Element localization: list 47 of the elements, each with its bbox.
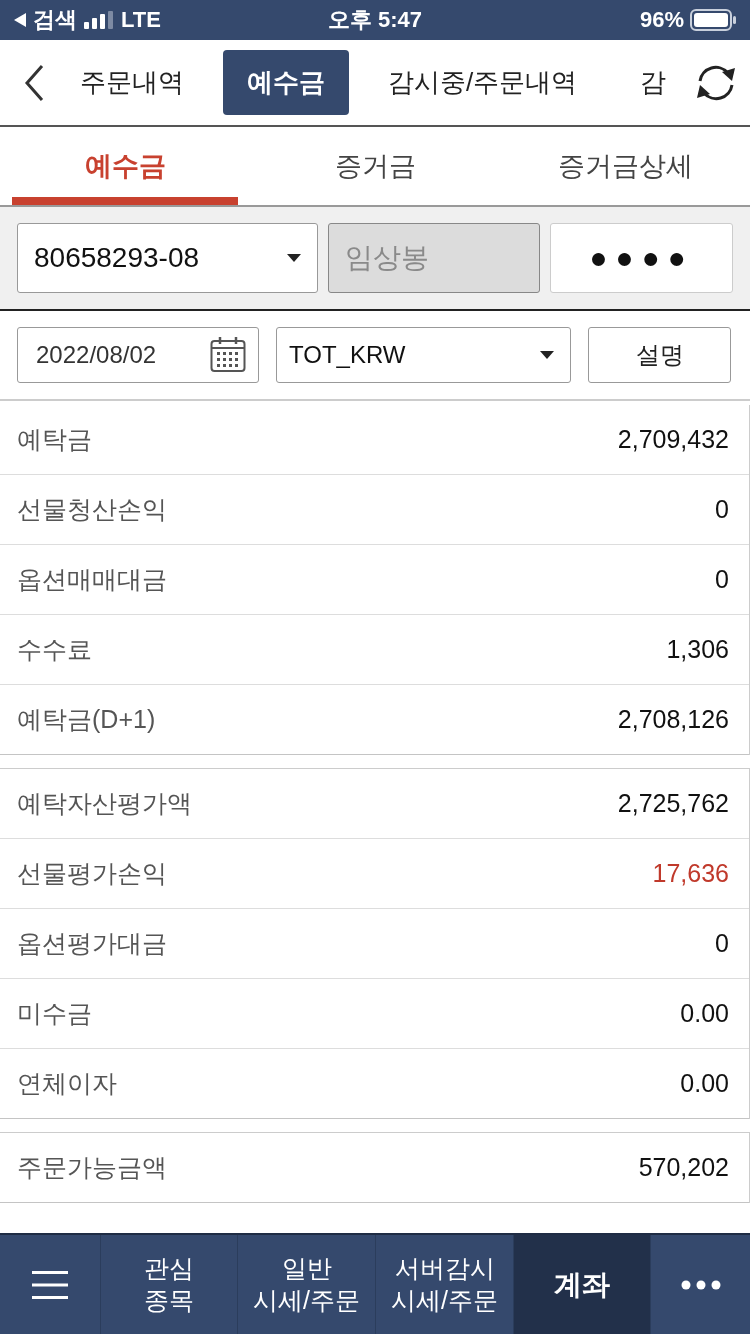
back-triangle-icon bbox=[14, 13, 26, 27]
menu-icon bbox=[32, 1270, 68, 1299]
date-field[interactable]: 2022/08/02 bbox=[17, 327, 259, 383]
row-value: 570,202 bbox=[638, 1153, 729, 1182]
nav-tab[interactable]: 주문내역 bbox=[56, 50, 208, 115]
sub-tab[interactable]: 증거금 bbox=[262, 127, 488, 205]
explain-button[interactable]: 설명 bbox=[588, 327, 731, 383]
row-value: 0.00 bbox=[680, 1069, 729, 1098]
row-value: 0 bbox=[715, 565, 729, 594]
caret-down-icon bbox=[287, 254, 301, 262]
more-icon bbox=[680, 1279, 721, 1290]
row-value: 0 bbox=[715, 495, 729, 524]
back-icon[interactable] bbox=[24, 63, 44, 102]
row-label: 옵션평가대금 bbox=[17, 928, 167, 959]
battery-percent: 96% bbox=[639, 7, 684, 33]
nav-item[interactable]: 계좌 bbox=[513, 1235, 650, 1334]
battery-icon bbox=[690, 9, 736, 31]
back-to-app-label[interactable]: 검색 bbox=[33, 5, 77, 35]
network-label: LTE bbox=[121, 7, 161, 33]
sub-tab[interactable]: 증거금상세 bbox=[512, 127, 738, 205]
row-value: 0.00 bbox=[680, 999, 729, 1028]
row-label: 수수료 bbox=[17, 634, 92, 665]
caret-down-icon bbox=[540, 351, 554, 359]
row-label: 예탁금(D+1) bbox=[17, 704, 156, 735]
password-field[interactable]: ●●●● bbox=[550, 223, 733, 293]
row-value: 2,708,126 bbox=[617, 705, 729, 734]
nav-tab[interactable]: 감시중/주문내역 bbox=[364, 50, 602, 115]
row-label: 선물청산손익 bbox=[17, 494, 167, 525]
row-label: 미수금 bbox=[17, 998, 92, 1029]
row-value: 2,725,762 bbox=[617, 789, 729, 818]
row-label: 예탁금 bbox=[17, 424, 92, 455]
row-label: 선물평가손익 bbox=[17, 858, 167, 889]
row-label: 옵션매매대금 bbox=[17, 564, 167, 595]
calendar-icon[interactable] bbox=[210, 337, 246, 373]
row-label: 연체이자 bbox=[17, 1068, 117, 1099]
row-label: 예탁자산평가액 bbox=[17, 788, 192, 819]
signal-icon bbox=[84, 11, 114, 29]
currency-select[interactable]: TOT_KRW bbox=[276, 327, 571, 383]
nav-tab[interactable]: 예수금 bbox=[223, 50, 349, 115]
row-value: 17,636 bbox=[652, 859, 729, 888]
account-select[interactable]: 80658293-08 bbox=[17, 223, 318, 293]
row-value: 1,306 bbox=[666, 635, 729, 664]
nav-tab[interactable]: 감 bbox=[616, 50, 688, 115]
row-label: 주문가능금액 bbox=[17, 1152, 167, 1183]
clock-time: 오후 5:47 bbox=[327, 6, 423, 34]
row-value: 0 bbox=[715, 929, 729, 958]
row-value: 2,709,432 bbox=[617, 425, 729, 454]
